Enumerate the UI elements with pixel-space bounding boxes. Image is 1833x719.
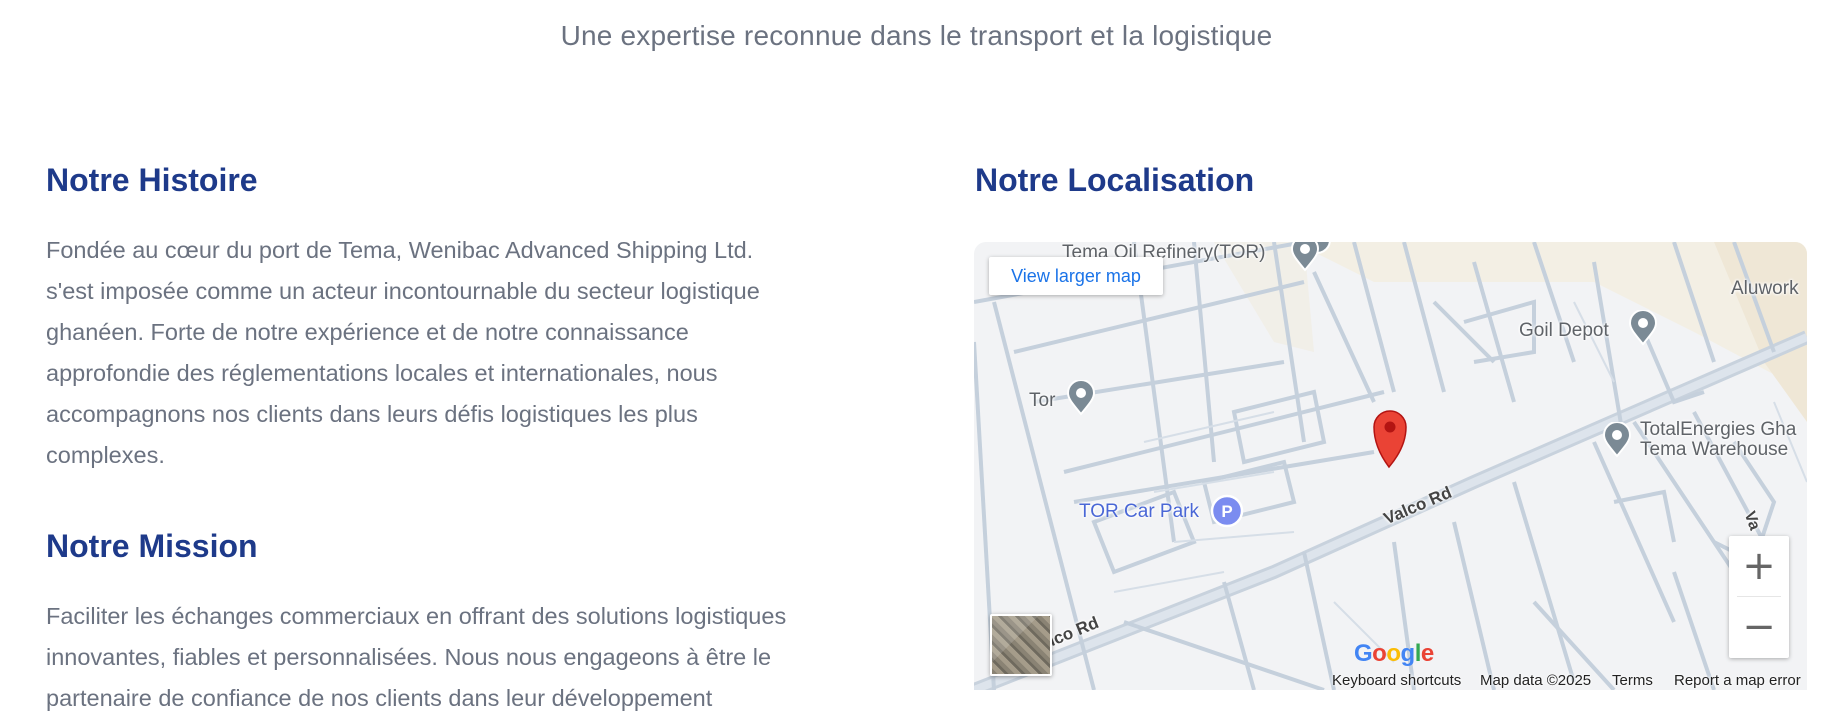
poi-pin-icon[interactable] <box>1628 310 1658 346</box>
mission-text: Faciliter les échanges commerciaux en of… <box>46 596 906 719</box>
page-subtitle: Une expertise reconnue dans le transport… <box>560 20 1273 51</box>
history-line: ghanéen. Forte de notre expérience et de… <box>46 319 689 345</box>
history-line: approfondie des réglementations locales … <box>46 360 718 386</box>
map-label-total-line: Tema Warehouse <box>1640 439 1789 460</box>
history-line: Fondée au cœur du port de Tema, Wenibac … <box>46 237 754 263</box>
keyboard-shortcuts-link[interactable]: Keyboard shortcuts <box>1332 672 1461 689</box>
zoom-out-button[interactable]: − <box>1729 597 1789 657</box>
map-label-car-park[interactable]: TOR Car Park <box>1079 501 1199 523</box>
map-attribution: Keyboard shortcuts Map data ©2025 Terms … <box>974 672 1807 690</box>
location-marker-icon <box>1373 410 1407 469</box>
zoom-controls: + − <box>1729 536 1789 658</box>
map-label-total-line: TotalEnergies Gha <box>1640 419 1797 440</box>
history-line: accompagnons nos clients dans leurs défi… <box>46 401 698 427</box>
satellite-toggle[interactable] <box>990 614 1052 676</box>
mission-line: Faciliter les échanges commerciaux en of… <box>46 603 787 629</box>
mission-title: Notre Mission <box>46 528 258 564</box>
map-data-text: Map data ©2025 <box>1480 672 1592 689</box>
history-line: s'est imposée comme un acteur incontourn… <box>46 278 760 304</box>
parking-icon[interactable]: P <box>1210 494 1244 528</box>
terms-link[interactable]: Terms <box>1612 672 1653 689</box>
report-map-error-link[interactable]: Report a map error <box>1674 672 1801 689</box>
history-title: Notre Histoire <box>46 162 258 198</box>
location-title: Notre Localisation <box>975 162 1255 198</box>
history-line: complexes. <box>46 442 165 468</box>
mission-line: innovantes, fiables et personnalisées. N… <box>46 644 772 670</box>
map-label-total[interactable]: TotalEnergies Gha Tema Warehouse <box>1640 420 1796 460</box>
map-streets[interactable] <box>974 242 1807 690</box>
map-embed[interactable]: P Tema Oil Refinery(TOR) Aluwork Goil De… <box>974 242 1807 690</box>
parking-symbol: P <box>1221 502 1232 521</box>
map-label-goil[interactable]: Goil Depot <box>1519 320 1609 342</box>
poi-pin-icon[interactable] <box>1290 242 1320 272</box>
map-label-aluworks[interactable]: Aluwork <box>1731 278 1799 300</box>
mission-line: partenaire de confiance de nos clients d… <box>46 685 713 711</box>
map-label-tor[interactable]: Tor <box>1029 390 1055 412</box>
google-logo: Google <box>1354 640 1434 667</box>
history-text: Fondée au cœur du port de Tema, Wenibac … <box>46 230 866 476</box>
poi-pin-icon[interactable] <box>1602 422 1632 458</box>
view-larger-map-link[interactable]: View larger map <box>989 257 1163 295</box>
zoom-in-button[interactable]: + <box>1729 536 1789 596</box>
poi-pin-icon[interactable] <box>1066 380 1096 416</box>
